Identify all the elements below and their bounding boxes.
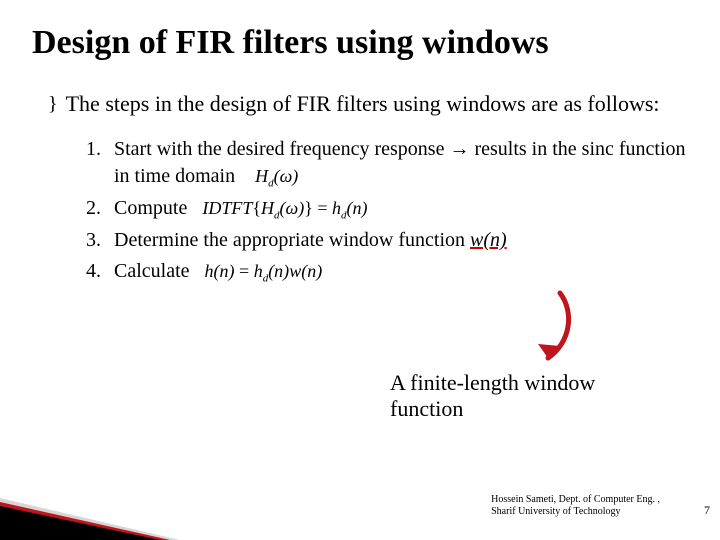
- step-4-h-arg: (n): [214, 261, 235, 281]
- step-1: 1. Start with the desired frequency resp…: [86, 136, 688, 191]
- slide-title: Design of FIR filters using windows: [32, 24, 549, 62]
- step-1-text: Start with the desired frequency respons…: [114, 136, 688, 191]
- slide: Design of FIR filters using windows } Th…: [0, 0, 720, 540]
- footer-line-1: Hossein Sameti, Dept. of Computer Eng. ,: [491, 494, 660, 506]
- step-4-eq: =: [235, 261, 254, 281]
- intro-row: } The steps in the design of FIR filters…: [48, 90, 688, 118]
- step-1-math-H: H: [255, 166, 268, 186]
- step-2: 2. Compute IDTFT{Hd(ω)} = hd(n): [86, 195, 688, 223]
- step-4-num: 4.: [86, 258, 114, 285]
- steps-list: 1. Start with the desired frequency resp…: [86, 136, 688, 287]
- step-2-brace-close: }: [304, 198, 313, 218]
- step-2-math-h-arg: (n): [347, 198, 368, 218]
- step-4: 4. Calculate h(n) = hd(n)w(n): [86, 258, 688, 286]
- step-2-brace-open: {: [252, 198, 261, 218]
- step-2-label: Compute: [114, 197, 187, 219]
- corner-decoration: [0, 440, 180, 540]
- step-4-label: Calculate: [114, 260, 190, 282]
- step-2-math-h: h: [332, 198, 341, 218]
- page-number: 7: [704, 503, 710, 518]
- step-4-hd: h: [254, 261, 263, 281]
- bullet-glyph: }: [48, 92, 58, 117]
- step-4-w-arg: (n): [301, 261, 322, 281]
- step-3: 3. Determine the appropriate window func…: [86, 227, 688, 254]
- step-1-arrow: →: [449, 138, 469, 160]
- slide-body: } The steps in the design of FIR filters…: [48, 90, 688, 291]
- step-4-w: w: [289, 261, 301, 281]
- step-3-num: 3.: [86, 227, 114, 254]
- step-1-text-a: Start with the desired frequency respons…: [114, 138, 449, 160]
- step-3-text: Determine the appropriate window functio…: [114, 227, 688, 254]
- step-3-label: Determine the appropriate window functio…: [114, 229, 470, 251]
- step-4-hd-arg: (n): [268, 261, 289, 281]
- step-1-math-arg: (ω): [274, 166, 299, 186]
- step-4-h: h: [205, 261, 214, 281]
- step-1-num: 1.: [86, 136, 114, 163]
- step-2-math-H-arg: (ω): [280, 198, 305, 218]
- step-2-math: IDTFT{Hd(ω)} = hd(n): [202, 198, 367, 218]
- step-1-math: Hd(ω): [255, 166, 298, 186]
- step-2-math-idtft: IDTFT: [202, 198, 252, 218]
- step-4-text: Calculate h(n) = hd(n)w(n): [114, 258, 688, 286]
- step-3-wn: w(n): [470, 229, 507, 251]
- step-2-num: 2.: [86, 195, 114, 222]
- annotation-text: A finite-length window function: [390, 370, 650, 423]
- step-4-math: h(n) = hd(n)w(n): [205, 261, 323, 281]
- footer-line-2: Sharif University of Technology: [491, 506, 660, 518]
- intro-text: The steps in the design of FIR filters u…: [66, 90, 688, 118]
- footer: Hossein Sameti, Dept. of Computer Eng. ,…: [491, 494, 660, 518]
- step-2-math-H: H: [261, 198, 274, 218]
- step-2-text: Compute IDTFT{Hd(ω)} = hd(n): [114, 195, 688, 223]
- arrow-icon: [520, 288, 580, 378]
- step-2-eq: =: [313, 198, 332, 218]
